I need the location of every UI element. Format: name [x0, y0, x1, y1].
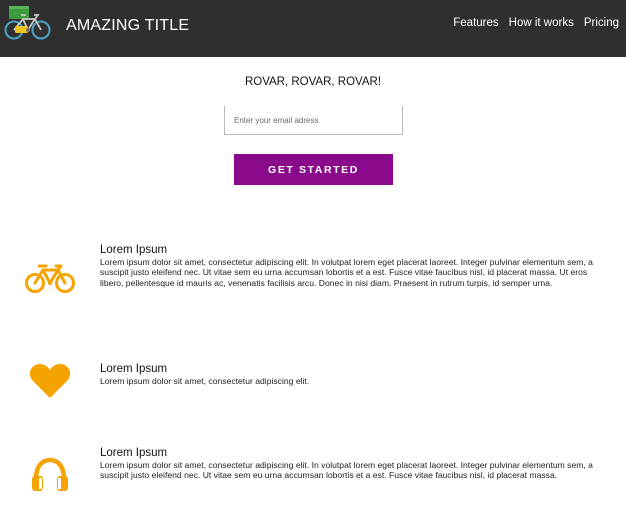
- get-started-button[interactable]: GET STARTED: [234, 154, 393, 185]
- headphones-icon: [22, 457, 78, 493]
- feature-title: Lorem Ipsum: [100, 447, 168, 459]
- feature-title: Lorem Ipsum: [100, 244, 168, 256]
- nav-features[interactable]: Features: [453, 17, 498, 29]
- nav-pricing[interactable]: Pricing: [584, 17, 619, 29]
- feature-text: Lorem Ipsum Lorem ipsum dolor sit amet, …: [100, 447, 610, 481]
- hero-tagline: ROVAR, ROVAR, ROVAR!: [244, 76, 382, 88]
- feature-title: Lorem Ipsum: [100, 363, 168, 375]
- heart-icon: [22, 363, 78, 399]
- bicycle-icon: [22, 262, 78, 294]
- main-nav: Features How it works Pricing: [443, 17, 619, 29]
- feature-description: Lorem ipsum dolor sit amet, consectetur …: [100, 376, 310, 386]
- site-header: AMAZING TITLE Features How it works Pric…: [0, 0, 626, 57]
- site-title[interactable]: AMAZING TITLE: [66, 17, 189, 35]
- feature-description: Lorem ipsum dolor sit amet, consectetur …: [100, 257, 593, 288]
- feature-text: Lorem Ipsum Lorem ipsum dolor sit amet, …: [100, 363, 610, 386]
- feature-text: Lorem Ipsum Lorem ipsum dolor sit amet, …: [100, 244, 610, 288]
- email-input[interactable]: [224, 106, 403, 135]
- feature-description: Lorem ipsum dolor sit amet, consectetur …: [100, 460, 593, 481]
- nav-how-it-works[interactable]: How it works: [509, 17, 574, 29]
- bicycle-logo-icon[interactable]: [3, 4, 53, 42]
